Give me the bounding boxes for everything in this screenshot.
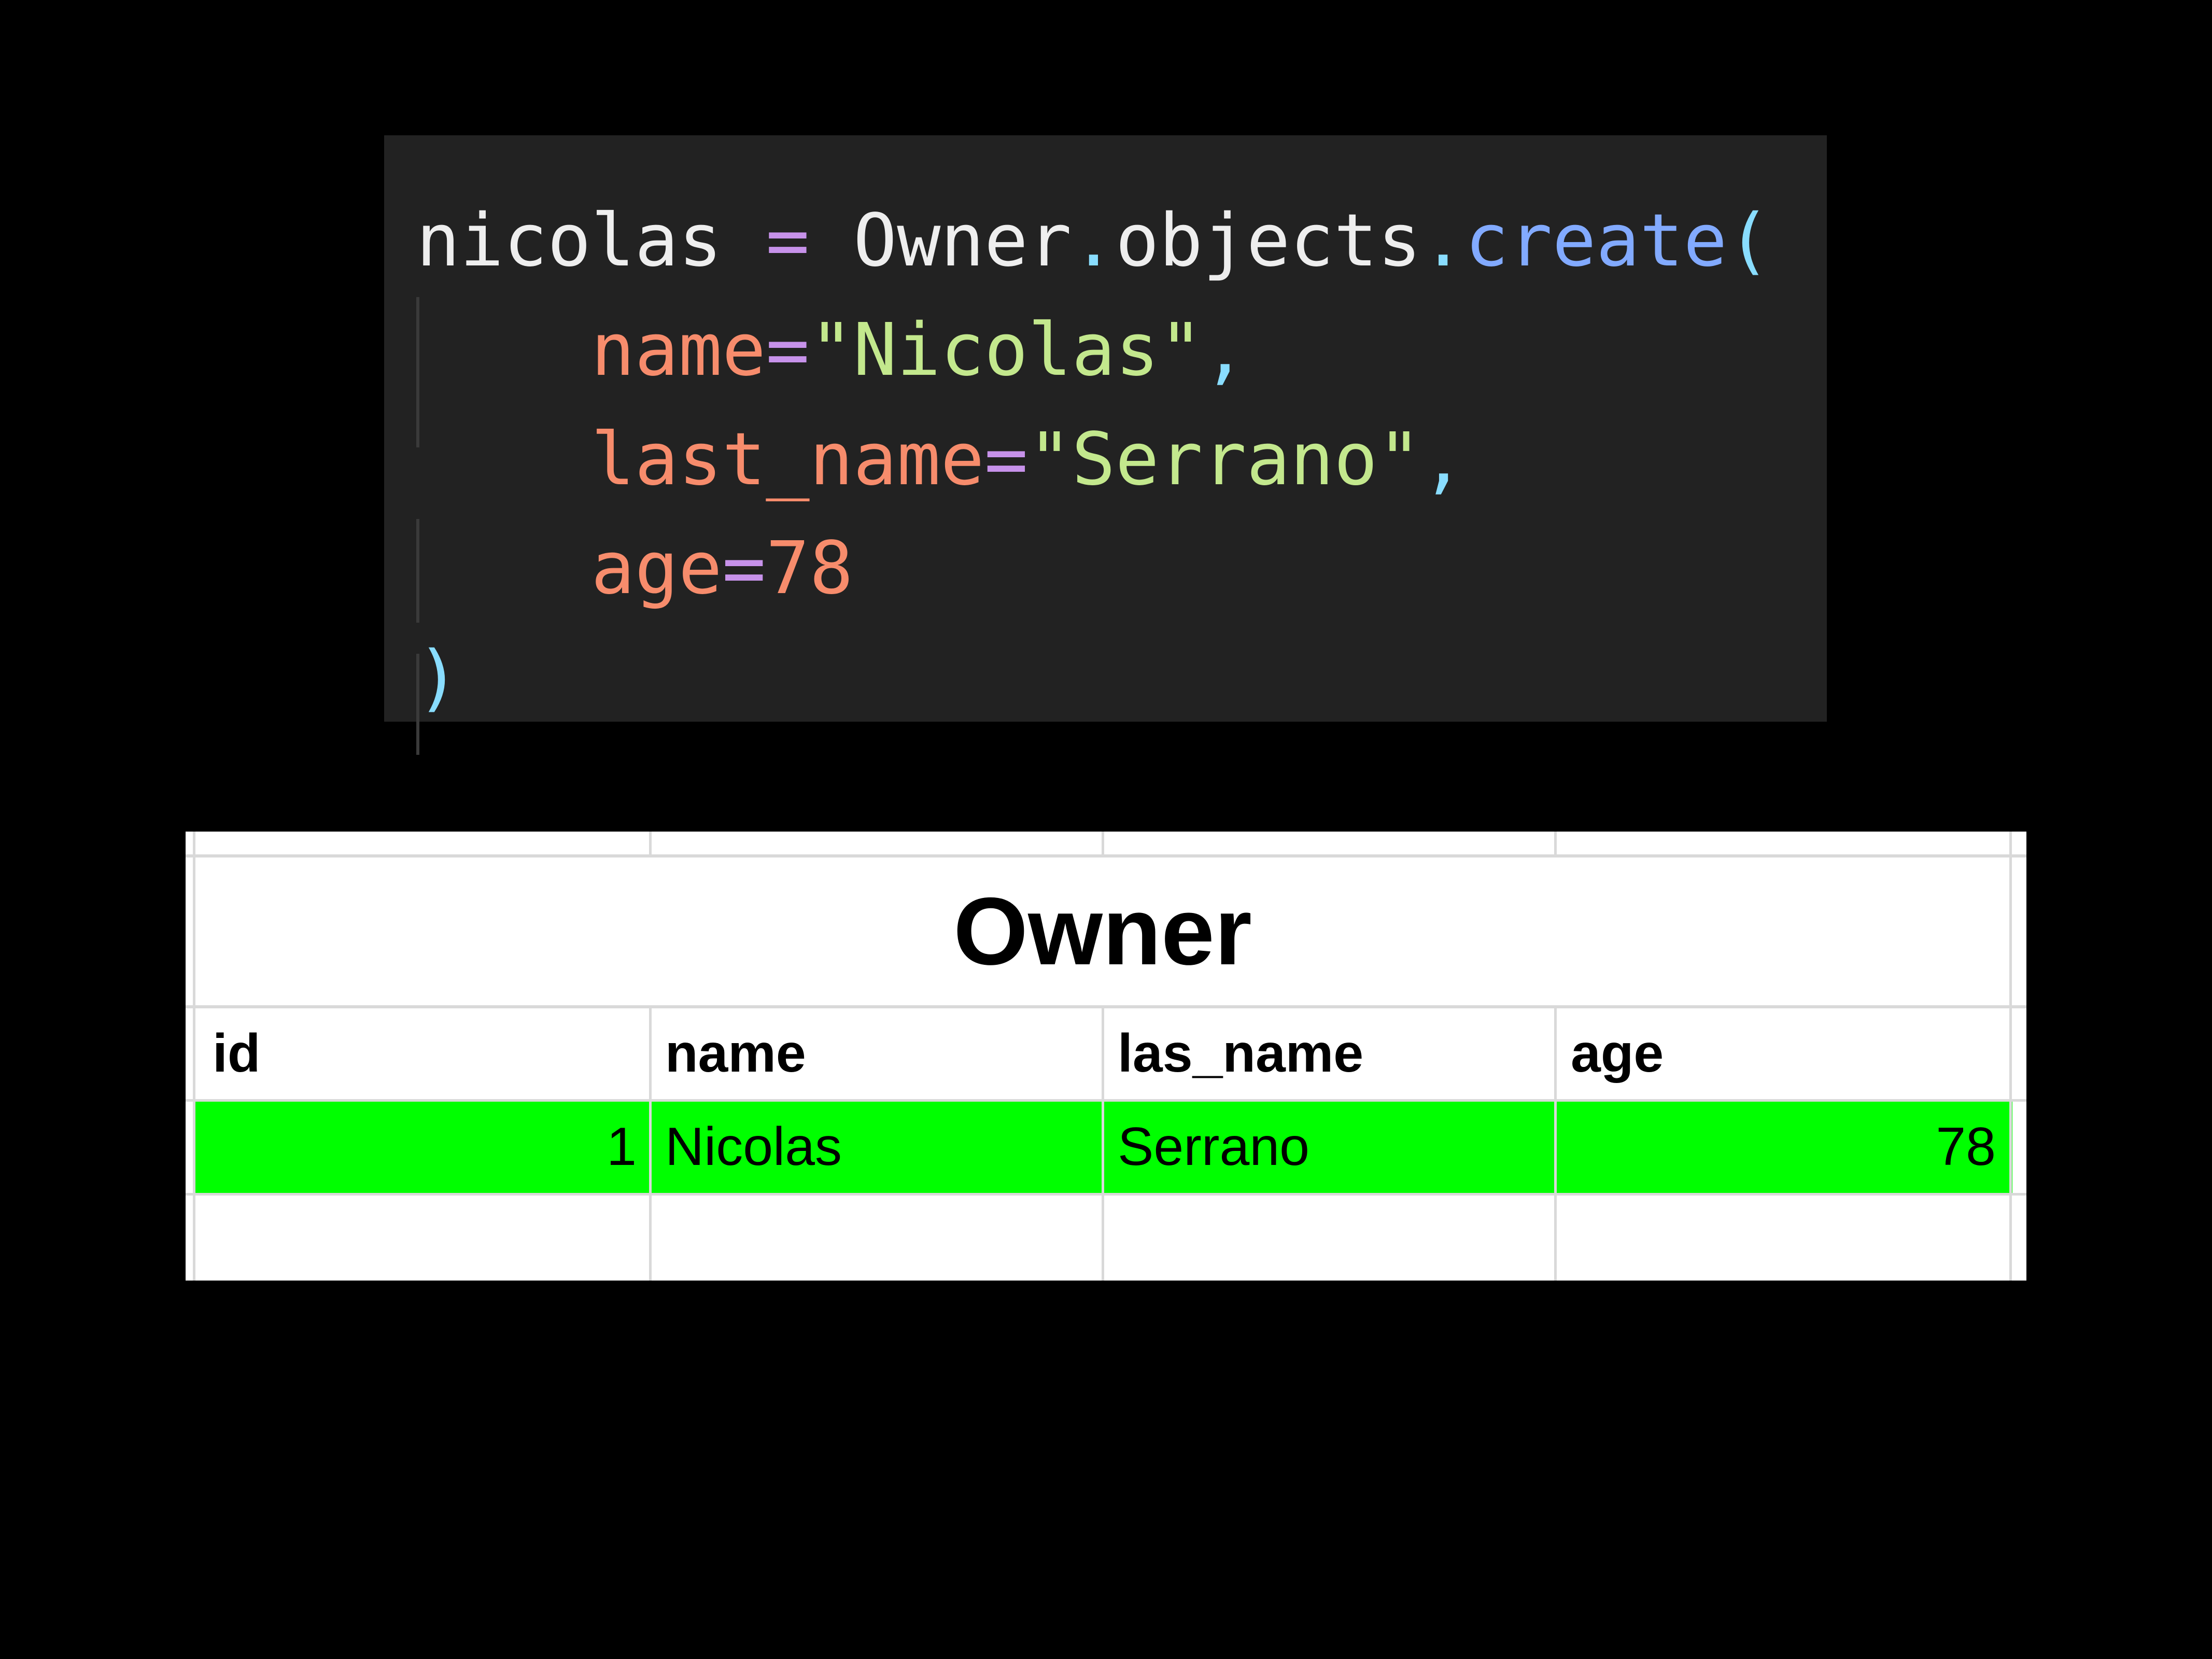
code-attribute: objects bbox=[1115, 199, 1421, 283]
table-title: Owner bbox=[953, 878, 1252, 985]
code-open-paren: ( bbox=[1727, 199, 1771, 283]
table-cell-age: 78 bbox=[1936, 1117, 1996, 1177]
code-assign-operator: = bbox=[722, 199, 853, 283]
code-comma: , bbox=[1421, 417, 1465, 502]
gridline bbox=[1102, 1007, 1104, 1281]
code-line-3: last_name="Serrano", bbox=[416, 405, 1465, 514]
column-header-las-name: las_name bbox=[1118, 1023, 1364, 1084]
code-line-5: ) bbox=[416, 624, 460, 733]
gridline bbox=[649, 1007, 652, 1281]
table-cell-id: 1 bbox=[607, 1117, 637, 1177]
gridline bbox=[1554, 832, 1557, 856]
table-cell-name: Nicolas bbox=[665, 1117, 842, 1177]
gridline bbox=[1102, 832, 1104, 856]
code-number-value: 78 bbox=[766, 526, 853, 611]
column-header-id: id bbox=[213, 1023, 261, 1084]
code-line-4: age=78 bbox=[416, 514, 853, 623]
column-header-name: name bbox=[665, 1023, 806, 1084]
table-cell-last-name: Serrano bbox=[1118, 1117, 1309, 1177]
code-string-value: "Nicolas" bbox=[809, 308, 1203, 392]
code-kwarg-equals: = bbox=[984, 417, 1028, 502]
code-kwarg-name: last_name bbox=[591, 417, 984, 502]
code-method-name: create bbox=[1464, 199, 1727, 283]
code-class-name: Owner bbox=[853, 199, 1072, 283]
code-line-2: name="Nicolas", bbox=[416, 296, 1247, 405]
code-dot: . bbox=[1421, 199, 1465, 283]
code-kwarg-name: age bbox=[591, 526, 723, 611]
code-line-1: nicolas = Owner.objects.create( bbox=[416, 187, 1771, 296]
code-variable: nicolas bbox=[416, 199, 723, 283]
gridline bbox=[1554, 1007, 1557, 1281]
column-header-age: age bbox=[1571, 1023, 1664, 1084]
code-comma: , bbox=[1203, 308, 1247, 392]
code-kwarg-name: name bbox=[591, 308, 766, 392]
gridline bbox=[649, 832, 652, 856]
code-dot: . bbox=[1072, 199, 1116, 283]
code-close-paren: ) bbox=[416, 636, 460, 720]
owner-spreadsheet: Owner id name las_name age 1 Nicolas Ser… bbox=[186, 832, 2026, 1281]
code-editor-panel: nicolas = Owner.objects.create( name="Ni… bbox=[384, 135, 1827, 755]
code-string-value: "Serrano" bbox=[1028, 417, 1421, 502]
code-kwarg-equals: = bbox=[766, 308, 810, 392]
code-kwarg-equals: = bbox=[722, 526, 766, 611]
